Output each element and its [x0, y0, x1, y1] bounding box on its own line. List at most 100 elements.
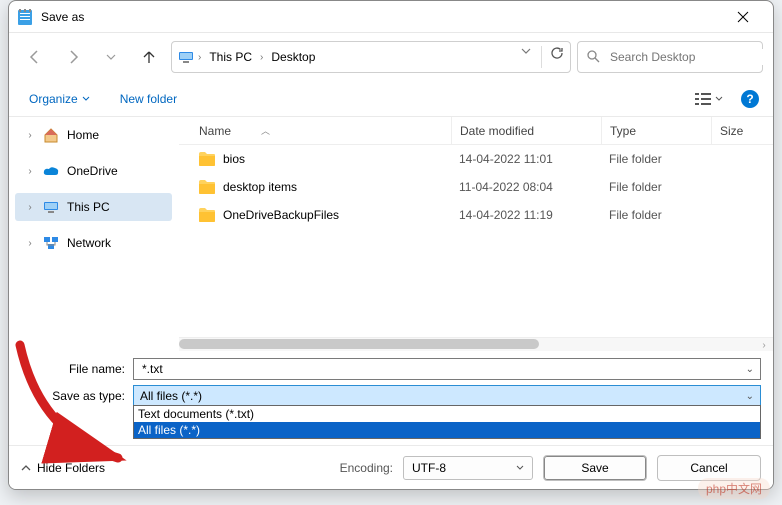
view-menu[interactable] — [689, 89, 729, 109]
close-button[interactable] — [721, 1, 765, 33]
savetype-option-txt[interactable]: Text documents (*.txt) — [134, 406, 760, 422]
back-button[interactable] — [19, 41, 51, 73]
file-date: 14-04-2022 11:19 — [451, 208, 601, 222]
col-size-label: Size — [720, 124, 743, 138]
file-area: Name ︿ Date modified Type Size bios 14-0… — [179, 117, 773, 351]
address-bar[interactable]: › This PC › Desktop — [171, 41, 571, 73]
nav-row: › This PC › Desktop — [9, 33, 773, 81]
filename-row: File name: ⌄ — [21, 357, 761, 381]
filename-label: File name: — [21, 362, 133, 376]
recent-dropdown[interactable] — [95, 41, 127, 73]
file-row[interactable]: desktop items 11-04-2022 08:04 File fold… — [179, 173, 773, 201]
help-label: ? — [746, 92, 753, 106]
chevron-down-icon[interactable]: ⌄ — [742, 391, 754, 402]
list-view-icon — [695, 93, 711, 105]
window-title: Save as — [41, 10, 721, 24]
form-area: File name: ⌄ Save as type: All files (*.… — [9, 351, 773, 408]
file-date: 14-04-2022 11:01 — [451, 152, 601, 166]
folder-icon — [199, 208, 215, 222]
scroll-thumb[interactable] — [179, 339, 539, 349]
sort-asc-icon: ︿ — [261, 124, 270, 137]
file-row[interactable]: OneDriveBackupFiles 14-04-2022 11:19 Fil… — [179, 201, 773, 229]
titlebar: Save as — [9, 1, 773, 33]
search-box[interactable] — [577, 41, 763, 73]
file-date: 11-04-2022 08:04 — [451, 180, 601, 194]
chevron-right-icon[interactable]: › — [196, 52, 203, 63]
encoding-label: Encoding: — [340, 461, 393, 475]
file-type: File folder — [601, 180, 711, 194]
file-type: File folder — [601, 152, 711, 166]
sidebar-item-onedrive[interactable]: › OneDrive — [15, 157, 172, 185]
body: › Home › OneDrive › This PC › Network — [9, 117, 773, 351]
separator — [541, 46, 542, 68]
encoding-select[interactable]: UTF-8 — [403, 456, 533, 480]
network-icon — [43, 235, 59, 251]
breadcrumb-this-pc[interactable]: This PC — [205, 46, 256, 68]
col-size[interactable]: Size — [711, 117, 773, 144]
chevron-down-icon — [82, 95, 90, 103]
search-icon — [586, 49, 600, 66]
file-row[interactable]: bios 14-04-2022 11:01 File folder — [179, 145, 773, 173]
expand-icon[interactable]: › — [25, 238, 35, 249]
chevron-down-icon — [715, 95, 723, 103]
savetype-option-all[interactable]: All files (*.*) — [134, 422, 760, 438]
expand-icon[interactable]: › — [25, 202, 35, 213]
sidebar-label: Home — [67, 128, 99, 142]
chevron-right-icon[interactable]: › — [258, 52, 265, 63]
new-folder-button[interactable]: New folder — [114, 88, 183, 110]
col-name-label: Name — [199, 124, 231, 138]
breadcrumb-desktop[interactable]: Desktop — [267, 46, 319, 68]
col-type[interactable]: Type — [601, 117, 711, 144]
column-headers: Name ︿ Date modified Type Size — [179, 117, 773, 145]
chevron-down-icon — [516, 464, 524, 472]
search-input[interactable] — [608, 49, 767, 65]
sidebar-item-this-pc[interactable]: › This PC — [15, 193, 172, 221]
savetype-dropdown: Text documents (*.txt) All files (*.*) — [133, 405, 761, 439]
expand-icon[interactable]: › — [25, 130, 35, 141]
h-scrollbar[interactable]: › — [179, 337, 773, 351]
sidebar-item-network[interactable]: › Network — [15, 229, 172, 257]
this-pc-icon — [43, 199, 59, 215]
col-date-label: Date modified — [460, 124, 534, 138]
watermark: php中文网 — [698, 478, 770, 499]
encoding-value: UTF-8 — [412, 461, 446, 475]
sidebar-item-home[interactable]: › Home — [15, 121, 172, 149]
savetype-label: Save as type: — [21, 389, 133, 403]
up-button[interactable] — [133, 41, 165, 73]
save-button[interactable]: Save — [543, 455, 647, 481]
help-button[interactable]: ? — [741, 90, 759, 108]
organize-menu[interactable]: Organize — [23, 88, 96, 110]
chevron-up-icon — [21, 463, 31, 473]
hide-folders-label: Hide Folders — [37, 461, 105, 475]
refresh-icon[interactable] — [550, 46, 564, 68]
savetype-field[interactable]: All files (*.*) ⌄ — [133, 385, 761, 407]
file-name: desktop items — [223, 180, 297, 194]
folder-icon — [199, 152, 215, 166]
file-name: bios — [223, 152, 245, 166]
save-label: Save — [581, 461, 608, 475]
file-name: OneDriveBackupFiles — [223, 208, 339, 222]
new-folder-label: New folder — [120, 92, 177, 106]
scroll-right-icon[interactable]: › — [757, 338, 771, 351]
cancel-button[interactable]: Cancel — [657, 455, 761, 481]
path-dropdown-icon[interactable] — [519, 46, 533, 68]
home-icon — [43, 127, 59, 143]
notepad-icon — [17, 9, 33, 25]
col-date[interactable]: Date modified — [451, 117, 601, 144]
sidebar-label: This PC — [67, 200, 110, 214]
organize-label: Organize — [29, 92, 78, 106]
cancel-label: Cancel — [690, 461, 727, 475]
chevron-down-icon[interactable]: ⌄ — [742, 364, 754, 375]
expand-icon[interactable]: › — [25, 166, 35, 177]
sidebar-label: Network — [67, 236, 111, 250]
sidebar: › Home › OneDrive › This PC › Network — [9, 117, 179, 351]
sidebar-label: OneDrive — [67, 164, 118, 178]
forward-button[interactable] — [57, 41, 89, 73]
col-name[interactable]: Name ︿ — [179, 117, 451, 144]
filename-input[interactable] — [140, 361, 742, 377]
onedrive-icon — [43, 163, 59, 179]
folder-icon — [199, 180, 215, 194]
save-as-dialog: Save as › This PC › Desktop — [8, 0, 774, 490]
filename-field[interactable]: ⌄ — [133, 358, 761, 380]
hide-folders-toggle[interactable]: Hide Folders — [21, 461, 105, 475]
